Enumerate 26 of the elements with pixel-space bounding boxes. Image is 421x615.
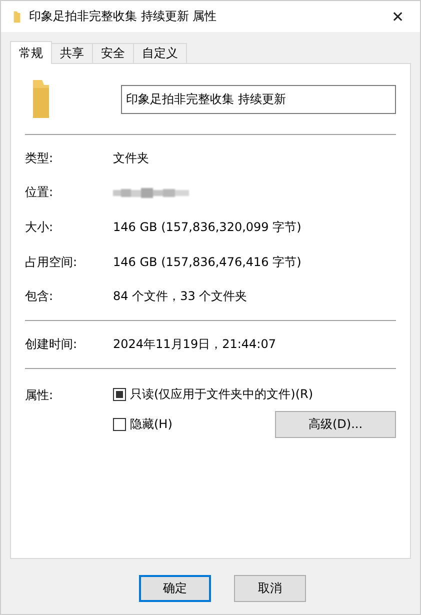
field-label: 位置:: [25, 184, 54, 202]
field-label: 大小:: [25, 218, 54, 236]
field-label: 类型:: [25, 150, 54, 167]
dialog-button[interactable]: 确定: [139, 575, 211, 602]
field-value: 146 GB (157,836,476,416 字节): [113, 254, 302, 271]
tab[interactable]: 自定义: [133, 43, 187, 63]
name-field[interactable]: 印象足拍非完整收集 持续更新: [121, 84, 396, 114]
advanced-button[interactable]: 高级(D)...: [275, 411, 396, 438]
checkbox[interactable]: [113, 388, 126, 402]
field-value: 84 个文件，33 个文件夹: [113, 288, 248, 306]
field-value: 文件夹: [113, 150, 149, 167]
window-title: 印象足拍非完整收集 持续更新 属性: [29, 8, 218, 25]
checkbox[interactable]: [113, 418, 126, 432]
close-button[interactable]: ✕: [376, 1, 420, 32]
checkbox-label[interactable]: 只读(仅应用于文件夹中的文件)(R): [130, 386, 396, 404]
folder-icon: [13, 10, 21, 24]
dialog-button[interactable]: 取消: [234, 575, 306, 602]
folder-icon: [31, 78, 51, 120]
field-value: 2024年11月19日，21:44:07: [113, 336, 276, 353]
field-label: 属性:: [25, 386, 54, 404]
field-value: 146 GB (157,836,320,099 字节): [113, 218, 302, 236]
field-label: 创建时间:: [25, 336, 78, 353]
tab[interactable]: 常规: [10, 41, 52, 64]
checkbox-label[interactable]: 隐藏(H): [130, 416, 275, 434]
field-label: 包含:: [25, 288, 54, 306]
field-label: 占用空间:: [25, 254, 78, 271]
